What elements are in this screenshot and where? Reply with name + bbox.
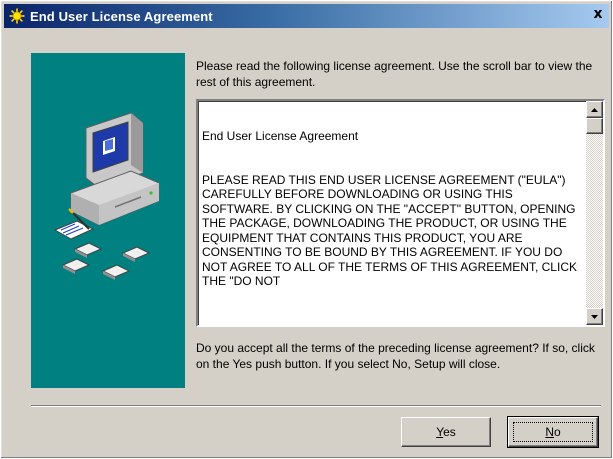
title-bar[interactable]: End User License Agreement x bbox=[4, 4, 609, 28]
accept-question: Do you accept all the terms of the prece… bbox=[196, 341, 595, 371]
license-text-box[interactable]: End User License Agreement PLEASE READ T… bbox=[196, 99, 605, 327]
scroll-down-button[interactable] bbox=[586, 308, 603, 325]
license-body: PLEASE READ THIS END USER LICENSE AGREEM… bbox=[202, 172, 577, 289]
window-title: End User License Agreement bbox=[30, 8, 213, 24]
no-button[interactable]: No bbox=[507, 416, 599, 448]
yes-button[interactable]: Yes bbox=[401, 417, 491, 447]
vertical-scrollbar[interactable] bbox=[586, 101, 603, 325]
setup-sun-icon bbox=[8, 7, 26, 25]
license-content: End User License Agreement PLEASE READ T… bbox=[202, 129, 578, 321]
yes-button-label: Yes bbox=[436, 425, 456, 439]
computer-icon bbox=[70, 112, 160, 226]
side-illustration-panel bbox=[31, 53, 185, 388]
scroll-up-button[interactable] bbox=[586, 101, 603, 118]
intro-instructions: Please read the following license agreem… bbox=[196, 59, 593, 89]
license-heading: End User License Agreement bbox=[202, 129, 359, 143]
scroll-down-arrow-icon bbox=[591, 314, 598, 319]
floppy-disk-icon bbox=[61, 242, 151, 280]
no-button-label: No bbox=[545, 425, 561, 439]
separator-line bbox=[31, 405, 601, 407]
computer-illustration bbox=[53, 112, 160, 280]
close-icon[interactable]: x bbox=[589, 7, 607, 24]
scroll-up-arrow-icon bbox=[591, 107, 598, 112]
license-dialog: End User License Agreement x Please read… bbox=[0, 0, 613, 459]
scroll-thumb[interactable] bbox=[586, 118, 603, 134]
